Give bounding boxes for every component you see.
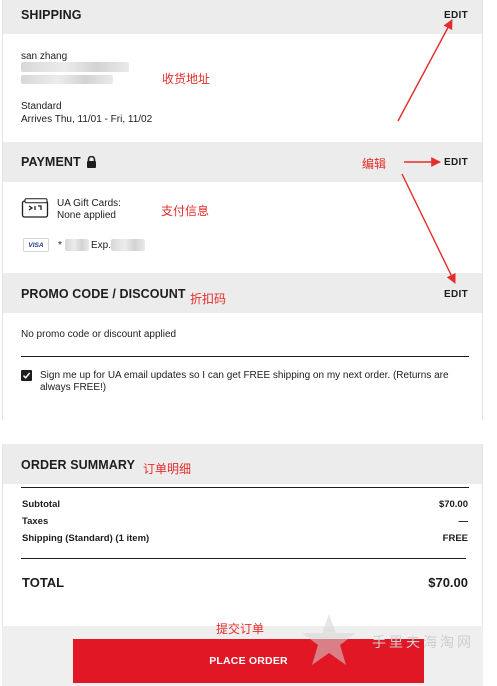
summary-title: ORDER SUMMARY [21, 458, 136, 472]
shipping-cost-label: Shipping (Standard) (1 item) [22, 533, 150, 544]
email-signup-text: Sign me up for UA email updates so I can… [40, 370, 449, 393]
shipping-address-redacted-2 [21, 75, 113, 84]
promo-title: PROMO CODE / DISCOUNT [21, 287, 186, 301]
shipping-method: Standard [21, 101, 62, 112]
gift-card-icon [21, 198, 49, 218]
shipping-header: SHIPPING EDIT [3, 0, 482, 34]
total-divider [21, 558, 466, 559]
payment-title: PAYMENT [21, 155, 81, 169]
promo-divider [21, 356, 469, 357]
shipping-address-redacted [21, 62, 129, 72]
promo-edit-link[interactable]: EDIT [444, 289, 468, 300]
total-row: TOTAL $70.00 [22, 575, 468, 590]
shipping-title: SHIPPING [21, 8, 82, 22]
taxes-value: — [458, 516, 469, 527]
card-expiry-label: Exp. [91, 240, 112, 251]
annotation-order-detail: 订单明细 [143, 462, 192, 476]
place-order-button[interactable]: PLACE ORDER [73, 639, 424, 683]
shipping-edit-link[interactable]: EDIT [444, 10, 468, 21]
payment-edit-link[interactable]: EDIT [444, 157, 468, 168]
annotation-edit: 编辑 [362, 157, 387, 171]
gift-card-value: None applied [57, 210, 116, 221]
card-expiry-redacted [111, 239, 145, 251]
annotation-payment-info: 支付信息 [161, 204, 210, 218]
total-label: TOTAL [22, 575, 65, 590]
lock-icon [86, 155, 97, 168]
shipping-cost-row: Shipping (Standard) (1 item) FREE [22, 533, 468, 544]
total-value: $70.00 [428, 575, 468, 590]
shipping-arrival: Arrives Thu, 11/01 - Fri, 11/02 [21, 114, 153, 125]
taxes-row: Taxes — [22, 516, 468, 527]
summary-header: ORDER SUMMARY [3, 444, 482, 484]
subtotal-label: Subtotal [22, 499, 60, 510]
summary-top-divider [21, 487, 469, 488]
email-signup-checkbox[interactable] [21, 370, 32, 381]
promo-status: No promo code or discount applied [21, 329, 177, 340]
subtotal-row: Subtotal $70.00 [22, 499, 468, 510]
card-brand-label: VISA [28, 241, 44, 249]
checkmark-icon [22, 372, 31, 379]
annotation-discount: 折扣码 [190, 292, 227, 306]
payment-header: PAYMENT EDIT [3, 142, 482, 182]
promo-header: PROMO CODE / DISCOUNT EDIT [3, 273, 482, 313]
card-number-redacted [65, 239, 89, 251]
annotation-address: 收货地址 [162, 72, 211, 86]
card-number-prefix: * [58, 240, 62, 251]
checkout-panel: SHIPPING EDIT san zhang Standard Arrives… [2, 0, 483, 420]
gift-card-label: UA Gift Cards: [57, 198, 121, 209]
taxes-label: Taxes [22, 516, 49, 527]
shipping-cost-value: FREE [442, 533, 468, 544]
subtotal-value: $70.00 [438, 499, 468, 510]
annotation-submit-order: 提交订单 [216, 622, 265, 636]
visa-card-icon: VISA [23, 238, 49, 252]
